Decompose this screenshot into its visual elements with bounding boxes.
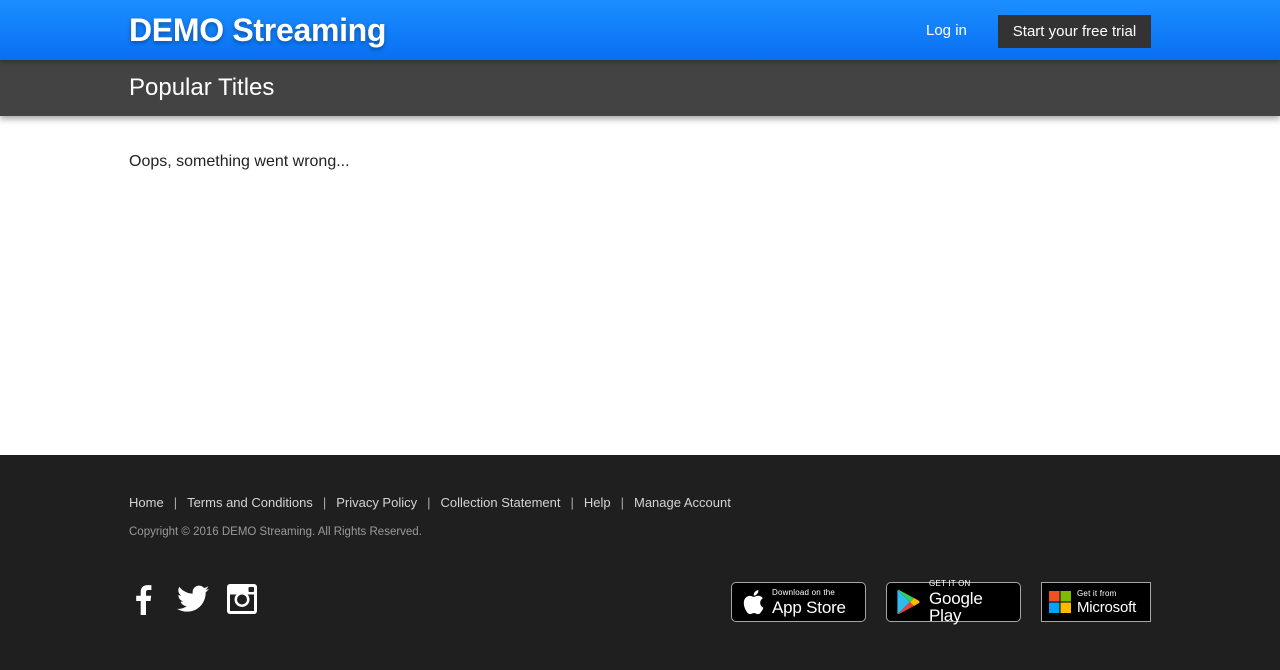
- facebook-link[interactable]: [129, 583, 159, 615]
- social-links: [129, 583, 275, 615]
- page-header-bar: Popular Titles: [0, 60, 1280, 116]
- instagram-icon: [227, 584, 257, 614]
- twitter-link[interactable]: [177, 585, 209, 613]
- brand-logo[interactable]: DEMO Streaming: [129, 12, 386, 49]
- footer-separator: |: [173, 495, 178, 510]
- google-play-small-text: GET IT ON: [929, 579, 971, 588]
- footer-link-privacy[interactable]: Privacy Policy: [336, 495, 417, 510]
- footer-link-help[interactable]: Help: [584, 495, 611, 510]
- facebook-icon: [136, 585, 152, 615]
- app-store-badges: Download on the App Store GET IT ON Goog…: [711, 579, 1151, 625]
- footer-separator: |: [570, 495, 574, 510]
- footer: Home | Terms and Conditions | Privacy Po…: [0, 455, 1280, 670]
- apple-icon: [742, 589, 764, 615]
- main-content: Oops, something went wrong...: [0, 116, 1280, 455]
- footer-nav: Home | Terms and Conditions | Privacy Po…: [129, 495, 731, 510]
- footer-separator: |: [427, 495, 431, 510]
- footer-link-home[interactable]: Home: [129, 495, 164, 510]
- footer-separator: |: [322, 495, 327, 510]
- google-play-icon: [897, 589, 921, 615]
- app-store-big-text: App Store: [772, 597, 846, 617]
- page-title: Popular Titles: [129, 74, 275, 101]
- error-message: Oops, something went wrong...: [129, 153, 350, 170]
- copyright-text: Copyright © 2016 DEMO Streaming. All Rig…: [129, 526, 422, 538]
- microsoft-store-badge[interactable]: Get it from Microsoft: [1041, 582, 1151, 622]
- instagram-link[interactable]: [227, 584, 257, 614]
- microsoft-big-text: Microsoft: [1077, 598, 1137, 616]
- footer-link-manage-account[interactable]: Manage Account: [634, 495, 731, 510]
- microsoft-small-text: Get it from: [1077, 588, 1117, 598]
- top-navbar: DEMO Streaming Log in Start your free tr…: [0, 0, 1280, 60]
- footer-link-collection[interactable]: Collection Statement: [441, 495, 561, 510]
- google-play-badge[interactable]: GET IT ON Google Play: [886, 579, 1021, 625]
- app-store-badge[interactable]: Download on the App Store: [731, 582, 866, 622]
- microsoft-icon: [1049, 591, 1071, 613]
- login-link[interactable]: Log in: [926, 22, 967, 39]
- start-free-trial-button[interactable]: Start your free trial: [998, 15, 1151, 48]
- footer-separator: |: [620, 495, 624, 510]
- app-store-small-text: Download on the: [772, 587, 836, 597]
- footer-link-terms[interactable]: Terms and Conditions: [187, 495, 313, 510]
- google-play-big-text: Google Play: [929, 589, 983, 625]
- twitter-icon: [177, 585, 209, 612]
